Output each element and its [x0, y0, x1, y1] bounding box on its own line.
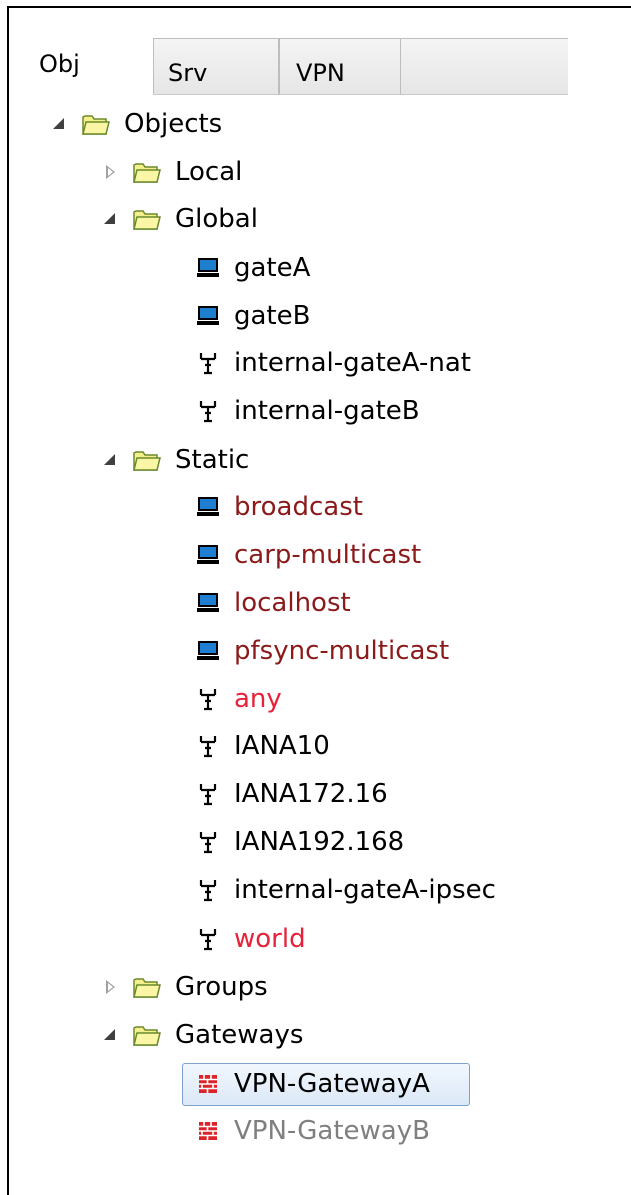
tree-node-label: Local: [175, 157, 243, 187]
folder-icon: [133, 976, 161, 998]
tree-node-label: Groups: [175, 972, 268, 1002]
host-icon: [196, 304, 220, 328]
tree-node-local[interactable]: Local: [101, 152, 242, 192]
collapse-triangle-icon[interactable]: [101, 977, 121, 997]
expand-triangle-icon[interactable]: [101, 1025, 121, 1045]
expand-triangle-icon[interactable]: [101, 209, 121, 229]
gateway-icon: [196, 1072, 220, 1096]
tree-item-label: pfsync-multicast: [234, 636, 450, 666]
tab-bar-filler: [401, 38, 568, 94]
host-icon: [196, 543, 220, 567]
tree-item-label: carp-multicast: [234, 540, 422, 570]
folder-icon: [133, 161, 161, 183]
tree-item-iana10[interactable]: IANA10: [196, 726, 330, 766]
tree-item-broadcast[interactable]: broadcast: [196, 487, 363, 527]
tree-node-label: Gateways: [175, 1020, 304, 1050]
tree-item-label: gateB: [234, 301, 311, 331]
network-icon: [196, 878, 220, 902]
network-icon: [196, 351, 220, 375]
gateway-icon: [196, 1119, 220, 1143]
host-icon: [196, 495, 220, 519]
tree-node-gateways[interactable]: Gateways: [101, 1015, 303, 1055]
network-icon: [196, 399, 220, 423]
tree-item-pfsync-multicast[interactable]: pfsync-multicast: [196, 631, 449, 671]
tree-item-any[interactable]: any: [196, 679, 282, 719]
tab-srv[interactable]: Srv: [153, 38, 279, 94]
folder-icon: [133, 208, 161, 230]
tree-item-vpn-gatewayB[interactable]: VPN-GatewayB: [196, 1111, 430, 1151]
tree-item-label: any: [234, 684, 282, 714]
collapse-triangle-icon[interactable]: [101, 162, 121, 182]
tree-node-global[interactable]: Global: [101, 199, 258, 239]
tree-node-groups[interactable]: Groups: [101, 967, 268, 1007]
tree-item-world[interactable]: world: [196, 919, 306, 959]
tree-item-label: broadcast: [234, 492, 363, 522]
tree-item-internal-gateA-nat[interactable]: internal-gateA-nat: [196, 343, 471, 383]
tab-bar: Obj Srv VPN: [28, 36, 568, 96]
tree-item-gateB[interactable]: gateB: [196, 296, 310, 336]
tree-item-label: internal-gateA-ipsec: [234, 875, 496, 905]
network-icon: [196, 782, 220, 806]
tree-item-label: internal-gateB: [234, 396, 420, 426]
host-icon: [196, 639, 220, 663]
tree-node-label: Global: [175, 204, 258, 234]
tree-item-iana192-168[interactable]: IANA192.168: [196, 822, 404, 862]
expand-triangle-icon[interactable]: [101, 450, 121, 470]
tree-item-label: VPN-GatewayB: [234, 1116, 430, 1146]
host-icon: [196, 591, 220, 615]
tree-node-label: Static: [175, 445, 250, 475]
tree-item-label: internal-gateA-nat: [234, 348, 471, 378]
tree-item-gateA[interactable]: gateA: [196, 248, 310, 288]
tree-item-internal-gateB[interactable]: internal-gateB: [196, 391, 420, 431]
folder-icon: [82, 113, 110, 135]
network-icon: [196, 734, 220, 758]
tree-item-label: IANA10: [234, 731, 330, 761]
tab-strip-line: [153, 94, 568, 95]
tab-obj[interactable]: Obj: [28, 36, 153, 96]
tab-vpn[interactable]: VPN: [279, 38, 401, 94]
tree-item-label: gateA: [234, 253, 311, 283]
tree-item-label: IANA192.168: [234, 827, 405, 857]
tree-item-label: world: [234, 924, 306, 954]
tree-item-internal-gateA-ipsec[interactable]: internal-gateA-ipsec: [196, 870, 496, 910]
folder-icon: [133, 1024, 161, 1046]
network-icon: [196, 927, 220, 951]
tree-item-localhost[interactable]: localhost: [196, 583, 351, 623]
tree-item-vpn-gatewayA[interactable]: VPN-GatewayA: [196, 1064, 430, 1104]
network-icon: [196, 830, 220, 854]
tree-item-iana172-16[interactable]: IANA172.16: [196, 774, 388, 814]
network-icon: [196, 687, 220, 711]
tree-item-label: VPN-GatewayA: [234, 1069, 430, 1099]
tree-node-label: Objects: [124, 109, 223, 139]
host-icon: [196, 256, 220, 280]
tree-node-static[interactable]: Static: [101, 440, 249, 480]
tree-item-label: localhost: [234, 588, 351, 618]
tree-item-label: IANA172.16: [234, 779, 388, 809]
tree-node-objects[interactable]: Objects: [50, 104, 222, 144]
tree-item-carp-multicast[interactable]: carp-multicast: [196, 535, 421, 575]
expand-triangle-icon[interactable]: [50, 114, 70, 134]
folder-icon: [133, 449, 161, 471]
